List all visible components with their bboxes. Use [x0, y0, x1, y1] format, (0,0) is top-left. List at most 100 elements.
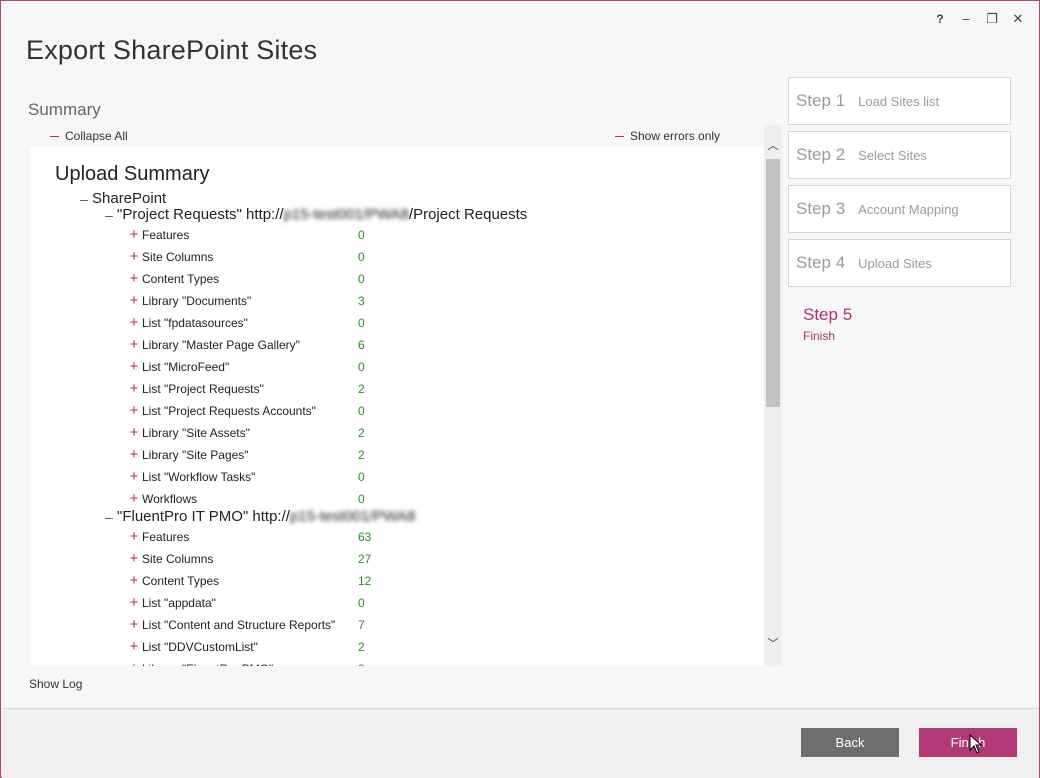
- tree-item-label: List "fpdatasources": [142, 315, 248, 330]
- tree-item-row[interactable]: + List "Project Requests Accounts" 0: [128, 402, 365, 419]
- tree-item-label: List "MicroFeed": [142, 359, 230, 374]
- restore-icon[interactable]: ❐: [985, 11, 999, 27]
- expand-icon[interactable]: +: [128, 594, 140, 611]
- tree-item-count: 8: [358, 662, 365, 667]
- expand-icon[interactable]: +: [128, 314, 140, 331]
- expand-icon[interactable]: +: [128, 616, 140, 633]
- tree-item-row[interactable]: + List "DDVCustomList" 2: [128, 638, 365, 655]
- expand-icon[interactable]: +: [128, 248, 140, 265]
- tree-item-label: List "DDVCustomList": [142, 639, 258, 654]
- minimize-icon[interactable]: –: [959, 11, 973, 27]
- tree-item-label: List "appdata": [142, 595, 216, 610]
- tree-item-row[interactable]: + List "Workflow Tasks" 0: [128, 468, 365, 485]
- close-icon[interactable]: ✕: [1011, 11, 1025, 27]
- tree-item-row[interactable]: + Site Columns 27: [128, 550, 372, 567]
- step-4: Step 4 Upload Sites: [788, 239, 1011, 287]
- tree-item-row[interactable]: + List "appdata" 0: [128, 594, 365, 611]
- collapse-all-link[interactable]: Collapse All: [50, 129, 128, 143]
- tree-item-count: 0: [358, 469, 365, 484]
- tree-item-row[interactable]: + Content Types 0: [128, 270, 365, 287]
- tree-item-count: 3: [358, 293, 365, 308]
- expand-icon[interactable]: +: [128, 446, 140, 463]
- tree-item-label: List "Project Requests Accounts": [142, 403, 316, 418]
- tree-item-row[interactable]: + Library "Master Page Gallery" 6: [128, 336, 365, 353]
- expand-icon[interactable]: +: [128, 226, 140, 243]
- site-title-prefix: "FluentPro IT PMO" http://: [117, 508, 290, 525]
- tree-item-count: 7: [358, 617, 365, 632]
- tree-scrollbar[interactable]: ︿ ﹀: [764, 125, 782, 666]
- tree-item-count: 0: [358, 403, 365, 418]
- site-url-blurred: p15-test001/PWA8: [289, 508, 416, 525]
- tree-item-label: Library "Site Assets": [142, 425, 250, 440]
- tree-item-label: Features: [142, 529, 190, 544]
- expand-icon[interactable]: +: [128, 270, 140, 287]
- show-log-link[interactable]: Show Log: [29, 677, 82, 691]
- step-2: Step 2 Select Sites: [788, 131, 1011, 179]
- minus-icon: [615, 135, 624, 137]
- scroll-down-icon[interactable]: ﹀: [766, 637, 780, 651]
- tree-item-row[interactable]: + List "MicroFeed" 0: [128, 358, 365, 375]
- tree-item-label: List "Content and Structure Reports": [142, 617, 336, 632]
- tree-item-label: Features: [142, 227, 190, 242]
- site-title-prefix: "Project Requests" http://: [117, 206, 284, 223]
- collapse-icon[interactable]: –: [103, 207, 115, 223]
- expand-icon[interactable]: +: [128, 660, 140, 666]
- tree-node-site-1[interactable]: – "Project Requests" http://p15-test001/…: [103, 206, 527, 223]
- scroll-up-icon[interactable]: ︿: [766, 139, 780, 153]
- tree-item-row[interactable]: + Workflows 0: [128, 490, 365, 507]
- summary-label: Summary: [28, 100, 101, 119]
- tree-item-label: Library "Documents": [142, 293, 252, 308]
- expand-icon[interactable]: +: [128, 336, 140, 353]
- tree-item-row[interactable]: + Library "Documents" 3: [128, 292, 365, 309]
- step-name: Account Mapping: [858, 201, 959, 217]
- step-name: Upload Sites: [858, 255, 932, 271]
- expand-icon[interactable]: +: [128, 380, 140, 397]
- expand-icon[interactable]: +: [128, 490, 140, 507]
- back-button[interactable]: Back: [801, 728, 899, 757]
- tree-node-sharepoint[interactable]: – SharePoint: [78, 190, 166, 207]
- tree-item-row[interactable]: + Content Types 12: [128, 572, 372, 589]
- finish-button[interactable]: Finish: [919, 728, 1017, 757]
- show-errors-only-label: Show errors only: [630, 129, 721, 143]
- expand-icon[interactable]: +: [128, 424, 140, 441]
- tree-item-label: List "Workflow Tasks": [142, 469, 256, 484]
- tree-item-count: 0: [358, 359, 365, 374]
- tree-item-label: Library "Site Pages": [142, 447, 249, 462]
- tree-item-count: 0: [358, 227, 365, 242]
- step-number: Step 1: [796, 91, 846, 110]
- tree-item-label: Library "Master Page Gallery": [142, 337, 300, 352]
- step-name: Select Sites: [858, 147, 927, 163]
- tree-item-row[interactable]: + Library "Site Assets" 2: [128, 424, 365, 441]
- expand-icon[interactable]: +: [128, 528, 140, 545]
- expand-icon[interactable]: +: [128, 550, 140, 567]
- collapse-icon[interactable]: –: [78, 191, 90, 207]
- scroll-thumb[interactable]: [766, 159, 780, 407]
- tree-item-count: 0: [358, 595, 365, 610]
- expand-icon[interactable]: +: [128, 638, 140, 655]
- help-icon[interactable]: ?: [933, 11, 947, 27]
- tree-item-row[interactable]: + Site Columns 0: [128, 248, 365, 265]
- step-number: Step 2: [796, 145, 846, 164]
- tree-item-row[interactable]: +Library "FluentPro PMO" 8: [128, 660, 365, 666]
- tree-item-row[interactable]: + Features 0: [128, 226, 365, 243]
- tree-item-row[interactable]: + List "fpdatasources" 0: [128, 314, 365, 331]
- expand-icon[interactable]: +: [128, 358, 140, 375]
- expand-icon[interactable]: +: [128, 402, 140, 419]
- tree-item-row[interactable]: + List "Content and Structure Reports" 7: [128, 616, 365, 633]
- step-number: Step 5: [803, 305, 853, 324]
- tree-item-label: Content Types: [142, 573, 220, 588]
- app-window: ? – ❐ ✕ Export SharePoint Sites Summary …: [0, 0, 1040, 778]
- wizard-steps: Step 1 Load Sites list Step 2 Select Sit…: [788, 77, 1011, 343]
- tree-item-row[interactable]: + Features 63: [128, 528, 372, 545]
- show-errors-only-toggle[interactable]: Show errors only: [615, 129, 720, 143]
- step-1: Step 1 Load Sites list: [788, 77, 1011, 125]
- expand-icon[interactable]: +: [128, 292, 140, 309]
- collapse-icon[interactable]: –: [103, 509, 115, 525]
- tree-item-row[interactable]: + List "Project Requests" 2: [128, 380, 365, 397]
- expand-icon[interactable]: +: [128, 468, 140, 485]
- summary-tree: Upload Summary – SharePoint – "Project R…: [30, 147, 764, 666]
- tree-item-row[interactable]: + Library "Site Pages" 2: [128, 446, 365, 463]
- tree-item-count: 2: [358, 425, 365, 440]
- expand-icon[interactable]: +: [128, 572, 140, 589]
- tree-node-site-2[interactable]: – "FluentPro IT PMO" http://p15-test001/…: [103, 508, 415, 525]
